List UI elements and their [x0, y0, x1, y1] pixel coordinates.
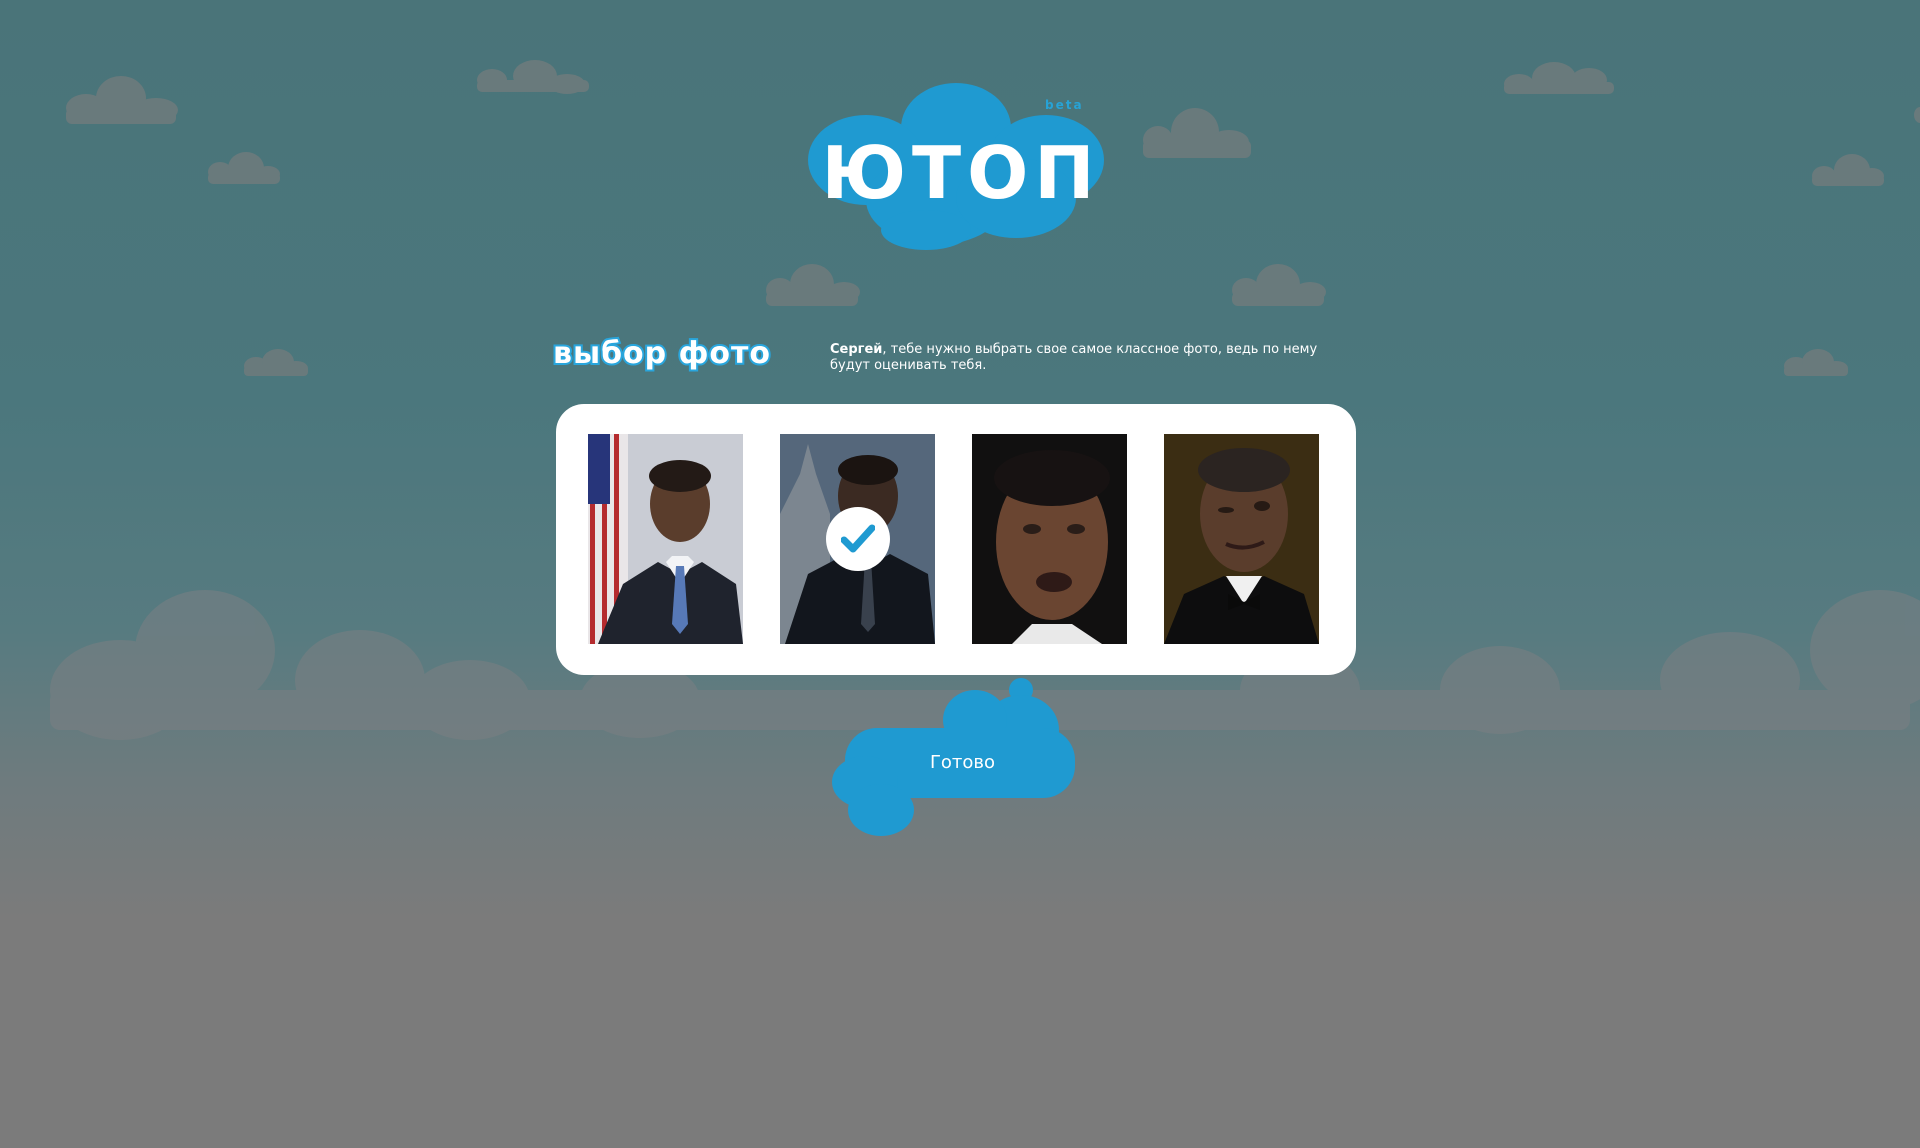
- done-button-label[interactable]: Готово: [825, 752, 1100, 773]
- selected-check: [826, 507, 890, 571]
- intro-message: , тебе нужно выбрать свое самое классное…: [830, 342, 1318, 373]
- page-title: выбор фото: [551, 334, 772, 373]
- logo-text: ЮТОП: [821, 131, 1100, 215]
- photo-option-4[interactable]: [1164, 434, 1319, 644]
- photo-3-image: [972, 434, 1127, 644]
- done-button[interactable]: Готово: [825, 670, 1095, 840]
- user-name: Сергей: [830, 342, 883, 357]
- photo-option-1[interactable]: [588, 434, 743, 644]
- photo-selection-panel: [556, 404, 1356, 675]
- intro-text: Сергей, тебе нужно выбрать свое самое кл…: [830, 342, 1330, 374]
- beta-badge: beta: [1045, 98, 1084, 112]
- check-icon: [841, 524, 875, 553]
- photo-option-3[interactable]: [972, 434, 1127, 644]
- photo-option-2[interactable]: [780, 434, 935, 644]
- photo-1-image: [588, 434, 743, 644]
- photo-4-image: [1164, 434, 1319, 644]
